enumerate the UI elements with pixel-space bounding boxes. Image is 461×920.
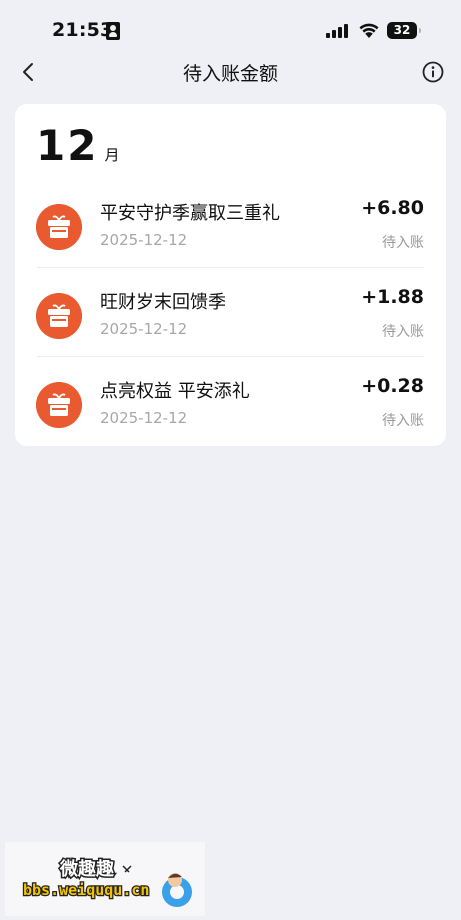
- watermark-logo: 微趣趣 bbs.weiququ.cn: [5, 842, 205, 916]
- info-icon[interactable]: [421, 60, 445, 84]
- cellular-signal-icon: [326, 24, 352, 38]
- page-title: 待入账金额: [182, 63, 278, 85]
- status-bar: 21:53 32: [0, 0, 461, 60]
- item-status: 待入账: [382, 235, 424, 251]
- status-time: 21:53: [52, 19, 114, 41]
- item-date: 2025-12-12: [100, 320, 188, 338]
- watermark-line2: bbs.weiququ.cn: [23, 881, 149, 899]
- month-unit: 月: [104, 146, 120, 164]
- gift-icon: [36, 382, 82, 428]
- nav-header: 待入账金额: [0, 52, 461, 92]
- wifi-icon: [359, 23, 379, 38]
- item-title: 平安守护季赢取三重礼: [100, 203, 280, 224]
- month-number: 12: [36, 121, 99, 170]
- list-item[interactable]: 旺财岁末回馈季 2025-12-12 +1.88 待入账: [15, 269, 446, 357]
- item-title: 点亮权益 平安添礼: [100, 381, 250, 402]
- item-date: 2025-12-12: [100, 409, 188, 427]
- item-amount: +1.88: [361, 286, 424, 308]
- item-amount: +0.28: [361, 375, 424, 397]
- month-header: 12 月: [36, 121, 119, 171]
- gift-icon: [36, 293, 82, 339]
- item-date: 2025-12-12: [100, 231, 188, 249]
- item-title: 旺财岁末回馈季: [100, 292, 226, 313]
- battery-icon: 32: [387, 22, 421, 39]
- person-badge-icon: [106, 22, 120, 40]
- divider: [37, 356, 424, 357]
- divider: [37, 267, 424, 268]
- list-item[interactable]: 平安守护季赢取三重礼 2025-12-12 +6.80 待入账: [15, 180, 446, 268]
- watermark-graphic: 微趣趣 bbs.weiququ.cn: [22, 857, 192, 907]
- item-status: 待入账: [382, 324, 424, 340]
- pending-amount-card: 12 月 平安守护季赢取三重礼 2025-12-12 +6.80 待入账 旺财岁末…: [15, 104, 446, 446]
- list-item[interactable]: 点亮权益 平安添礼 2025-12-12 +0.28 待入账: [15, 358, 446, 446]
- item-status: 待入账: [382, 413, 424, 429]
- gift-icon: [36, 204, 82, 250]
- watermark-line1: 微趣趣: [59, 858, 115, 880]
- item-amount: +6.80: [361, 197, 424, 219]
